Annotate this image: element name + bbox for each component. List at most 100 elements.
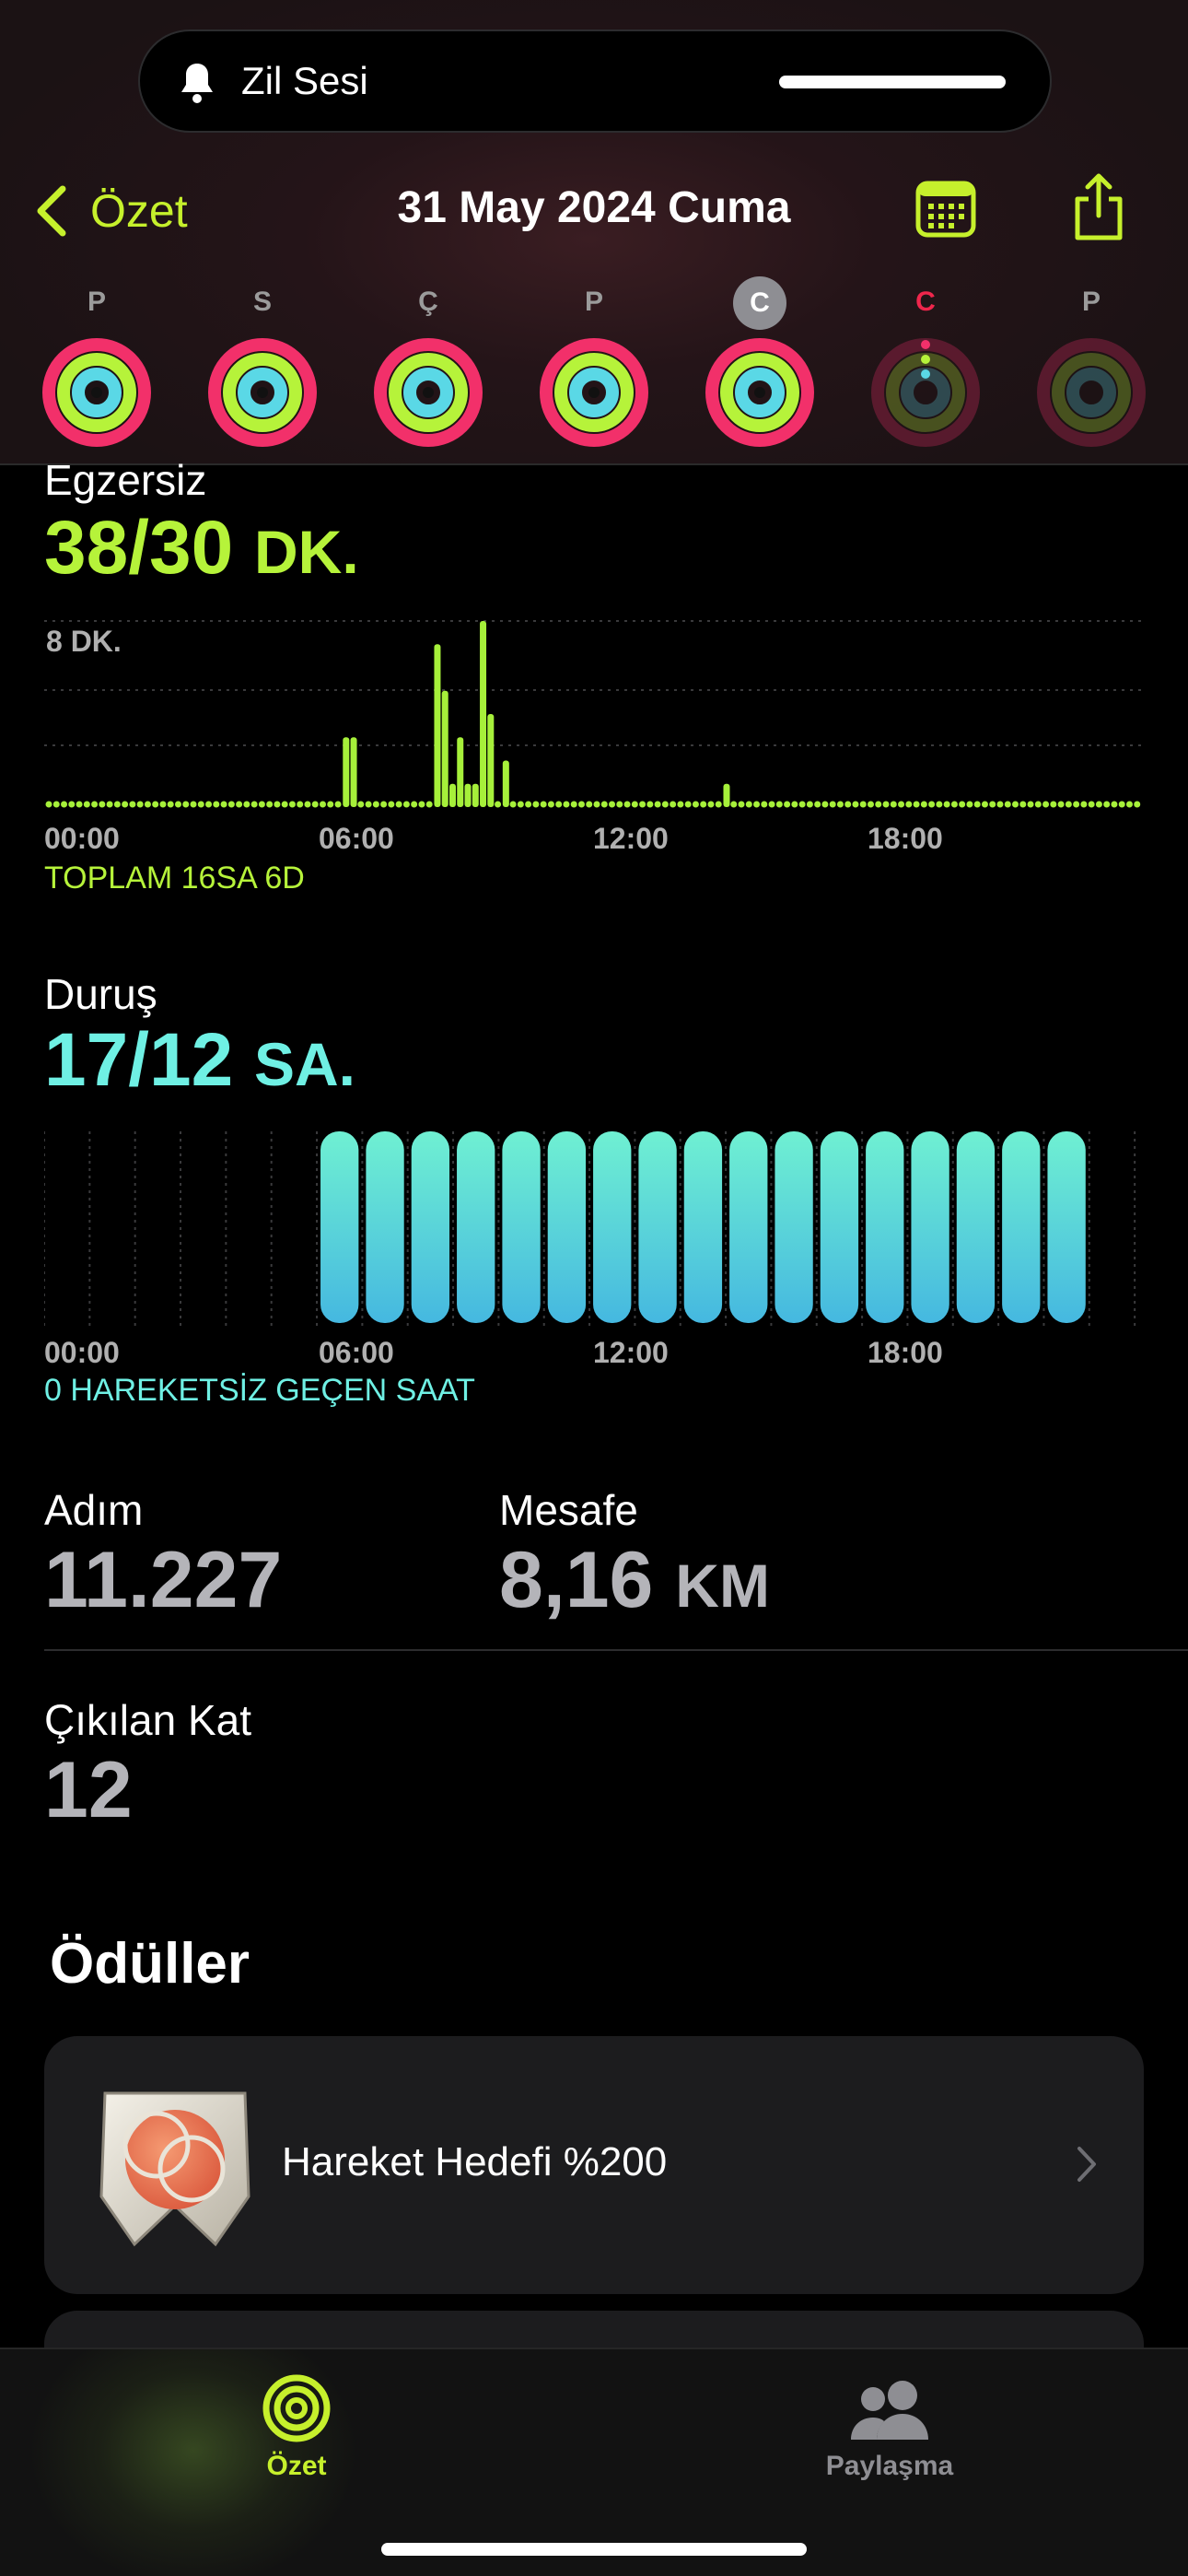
exercise-dot — [654, 801, 661, 808]
exercise-dot — [563, 801, 570, 808]
activity-ring-icon — [1037, 338, 1146, 447]
award-name: Hareket Hedefi %200 — [282, 2139, 668, 2184]
exercise-dot — [859, 801, 867, 808]
steps-label: Adım — [44, 1486, 144, 1534]
exercise-dot — [943, 801, 950, 808]
distance-unit: KM — [675, 1551, 770, 1620]
week-day-1[interactable]: S — [203, 276, 322, 447]
home-indicator[interactable] — [381, 2543, 807, 2556]
tab-summary[interactable]: Özet — [204, 2371, 389, 2482]
exercise-dot — [1088, 801, 1095, 808]
exercise-dot — [45, 801, 52, 808]
exercise-dot — [152, 801, 159, 808]
floors-value: 12 — [44, 1746, 133, 1834]
exercise-x-label-0: 00:00 — [44, 822, 120, 855]
exercise-bar — [480, 621, 487, 807]
exercise-dot — [1065, 801, 1072, 808]
share-icon[interactable] — [1070, 171, 1127, 241]
activity-ring-icon — [374, 338, 483, 447]
exercise-dot — [174, 801, 181, 808]
bell-icon — [181, 64, 213, 103]
exercise-dot — [966, 801, 973, 808]
stand-unit: SA. — [254, 1030, 356, 1098]
exercise-dot — [768, 801, 775, 808]
exercise-dot — [1004, 801, 1011, 808]
exercise-dot — [227, 801, 235, 808]
stand-chart — [44, 1131, 1136, 1327]
stand-bar — [593, 1131, 632, 1323]
stand-x-label-3: 18:00 — [868, 1336, 943, 1369]
exercise-dot — [357, 801, 365, 808]
exercise-dot — [836, 801, 844, 808]
exercise-dot — [144, 801, 151, 808]
exercise-bar — [350, 737, 357, 807]
activity-ring-icon — [208, 338, 317, 447]
stand-bar — [411, 1131, 450, 1323]
exercise-dot — [1134, 801, 1141, 808]
tab-sharing[interactable]: Paylaşma — [798, 2371, 982, 2482]
week-day-label: Ç — [418, 287, 438, 317]
volume-bar — [779, 76, 1006, 88]
exercise-dot — [1034, 801, 1042, 808]
week-day-0[interactable]: P — [37, 276, 157, 447]
week-day-label: S — [252, 287, 272, 317]
exercise-dot — [61, 801, 68, 808]
stand-bar — [911, 1131, 949, 1323]
exercise-dot — [311, 801, 319, 808]
exercise-dot — [517, 801, 524, 808]
exercise-bar — [441, 690, 448, 807]
stand-bar — [683, 1131, 723, 1323]
exercise-dot — [1118, 801, 1125, 808]
exercise-dot — [996, 801, 1004, 808]
exercise-dot — [258, 801, 265, 808]
exercise-dot — [197, 801, 204, 808]
exercise-title: Egzersiz — [44, 456, 207, 504]
award-card[interactable]: Hareket Hedefi %200 — [44, 2036, 1144, 2294]
exercise-bar — [487, 714, 495, 807]
exercise-dot — [730, 801, 738, 808]
stand-bar — [775, 1131, 813, 1323]
exercise-dot — [875, 801, 882, 808]
exercise-bar — [457, 737, 464, 807]
activity-ring-icon — [42, 338, 151, 447]
week-day-2[interactable]: Ç — [368, 276, 488, 447]
exercise-dot — [297, 801, 304, 808]
exercise-dot — [821, 801, 829, 808]
exercise-dot — [631, 801, 638, 808]
exercise-dot — [288, 801, 296, 808]
exercise-dot — [380, 801, 388, 808]
stand-x-label-2: 12:00 — [593, 1336, 669, 1369]
exercise-chart — [44, 620, 1144, 808]
exercise-dot — [167, 801, 174, 808]
exercise-value-number: 38/30 — [44, 506, 234, 590]
exercise-x-label-1: 06:00 — [319, 822, 394, 855]
week-day-4[interactable]: C — [700, 276, 820, 447]
exercise-dot — [670, 801, 677, 808]
exercise-dot — [1103, 801, 1111, 808]
exercise-dot — [798, 801, 806, 808]
week-day-5[interactable]: C — [866, 276, 985, 447]
week-day-label: P — [1081, 287, 1101, 317]
tab-summary-label: Özet — [266, 2451, 327, 2481]
exercise-dot — [844, 801, 852, 808]
activity-ring-icon — [540, 338, 648, 447]
exercise-dot — [547, 801, 554, 808]
stand-bar — [1047, 1131, 1086, 1323]
exercise-dot — [616, 801, 623, 808]
exercise-dot — [806, 801, 813, 808]
exercise-dot — [1042, 801, 1050, 808]
exercise-dot — [973, 801, 981, 808]
calendar-icon[interactable] — [915, 181, 976, 238]
exercise-dot — [182, 801, 190, 808]
exercise-bar — [723, 783, 730, 807]
exercise-dot — [852, 801, 859, 808]
exercise-dot — [236, 801, 243, 808]
exercise-dot — [334, 801, 342, 808]
exercise-dot — [684, 801, 692, 808]
exercise-dot — [532, 801, 540, 808]
week-day-3[interactable]: P — [534, 276, 654, 447]
exercise-bars — [45, 621, 1141, 808]
week-day-6[interactable]: P — [1031, 276, 1151, 447]
exercise-dot — [68, 801, 76, 808]
stand-footer: 0 HAREKETSİZ GEÇEN SAAT — [44, 1373, 475, 1408]
